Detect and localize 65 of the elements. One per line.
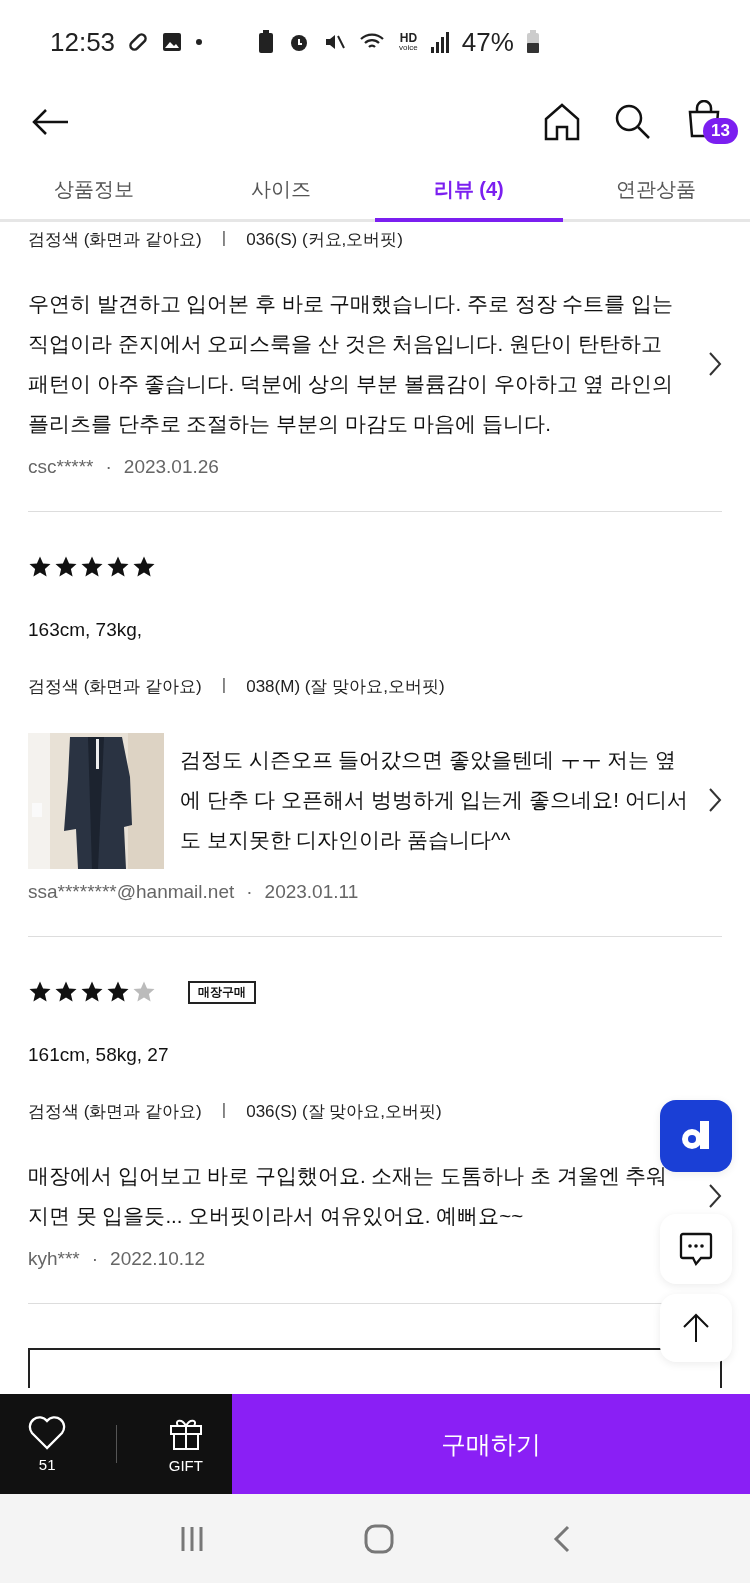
- home-nav-button[interactable]: [363, 1522, 395, 1555]
- separator: |: [221, 228, 227, 249]
- star-icon: [80, 555, 104, 579]
- star-icon: [106, 980, 130, 1004]
- separator: |: [221, 1100, 227, 1121]
- store-purchase-tag: 매장구매: [188, 980, 256, 1004]
- star-icon: [80, 980, 104, 1004]
- review-text: 매장에서 입어보고 바로 구입했어요. 소재는 도톰하나 초 겨울엔 추워지면 못 입을듯... 오버핏이라서 여유있어요. 예뻐요~~: [28, 1163, 669, 1229]
- chevron-right-icon[interactable]: [708, 787, 722, 813]
- scroll-top-button[interactable]: [660, 1294, 732, 1362]
- heart-icon: [28, 1415, 67, 1450]
- review-author: csc*****: [28, 456, 94, 478]
- review-date: 2022.10.12: [110, 1248, 206, 1270]
- review-author: kyh***: [28, 1248, 80, 1270]
- separator: |: [221, 675, 227, 696]
- search-button[interactable]: [614, 103, 652, 141]
- star-icon: [54, 555, 78, 579]
- star-icon: [106, 555, 130, 579]
- battery-percent: 47%: [461, 26, 514, 58]
- dot-icon: [195, 38, 204, 46]
- tab[interactable]: 연관상품: [562, 160, 750, 222]
- size-option: 036(S) (잘 맞아요,오버핏): [246, 1100, 442, 1123]
- battery-icon: [525, 30, 540, 54]
- body-info: 163cm, 73kg,: [28, 619, 144, 641]
- dot-separator: ·: [91, 1248, 99, 1270]
- cart-count-badge: 13: [703, 118, 738, 144]
- star-icon: [132, 555, 156, 579]
- review-text: 검정도 시즌오프 들어갔으면 좋았을텐데 ㅜㅜ 저는 옆에 단추 다 오픈해서 벙벙하게 입는게 좋으네요! 어디서도 보지못한 디자인이라 품습니다^^: [180, 747, 689, 853]
- color-option: 검정색 (화면과 같아요): [28, 228, 202, 251]
- color-option: 검정색 (화면과 같아요): [28, 675, 202, 698]
- dot-separator: ·: [105, 456, 112, 478]
- tab[interactable]: 사이즈: [187, 160, 375, 222]
- pill-icon: [127, 31, 150, 53]
- tab[interactable]: 상품정보: [0, 160, 188, 222]
- back-button[interactable]: [30, 107, 70, 137]
- size-option: 036(S) (커요,오버핏): [246, 228, 403, 251]
- review-text: 우연히 발견하고 입어본 후 바로 구매했습니다. 주로 정장 수트를 입는 직업이라 준지에서 오피스룩을 산 것은 처음입니다. 원단이 탄탄하고 패턴이 아주 좋습니다. 덕분에 상의 부분 볼륨감이 우아하고 옆 라인의 플리츠를 단추로 조절하는 부분의 마감도 마음에 듭니다.: [28, 291, 674, 437]
- star-icon: [54, 980, 78, 1004]
- star-icon: [28, 980, 52, 1004]
- back-nav-button[interactable]: [551, 1523, 572, 1554]
- arrow-up-icon: [681, 1312, 711, 1344]
- chat-button[interactable]: [660, 1214, 732, 1284]
- cart-button[interactable]: 13: [686, 100, 738, 144]
- review-date: 2023.01.11: [264, 881, 359, 903]
- color-option: 검정색 (화면과 같아요): [28, 1100, 202, 1123]
- image-icon: [161, 31, 184, 53]
- chat-icon: [679, 1231, 713, 1267]
- gift-button[interactable]: GIFT: [161, 1413, 210, 1475]
- star-icon: [28, 555, 52, 579]
- size-option: 038(M) (잘 맞아요,오버핏): [246, 675, 445, 698]
- like-button[interactable]: 51: [22, 1414, 73, 1474]
- chevron-right-icon[interactable]: [708, 351, 722, 377]
- signal-icon: [429, 31, 450, 53]
- review-date: 2023.01.26: [123, 456, 219, 478]
- buy-button[interactable]: 구매하기: [232, 1394, 750, 1494]
- home-button[interactable]: [544, 103, 580, 141]
- star-icon: [132, 980, 156, 1004]
- tab[interactable]: 리뷰 (4): [375, 160, 563, 222]
- battery-saver-icon: [257, 30, 276, 54]
- chevron-right-icon[interactable]: [708, 1183, 722, 1209]
- body-info: 161cm, 58kg, 27: [28, 1044, 170, 1066]
- hd-voice-label: HD voice: [399, 32, 418, 52]
- status-time: 12:53: [50, 26, 116, 58]
- review-author: ssa********@hanmail.net: [28, 881, 235, 903]
- dot-separator: ·: [246, 881, 253, 903]
